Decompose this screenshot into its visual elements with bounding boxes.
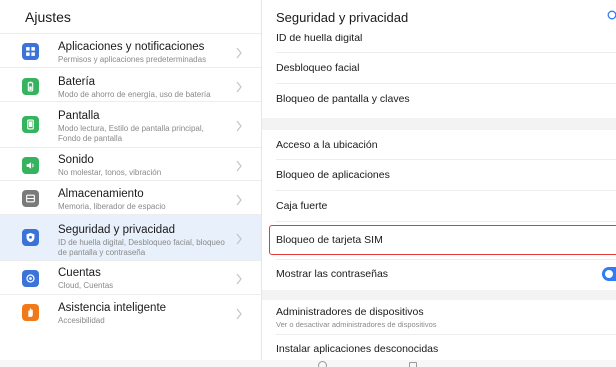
account-icon: [22, 270, 39, 287]
chevron-right-icon: [235, 46, 243, 59]
show-passwords-item[interactable]: Mostrar las contraseñas: [262, 260, 616, 288]
item-label: Acceso a la ubicación: [276, 138, 378, 151]
sound-icon: [22, 157, 39, 174]
sidebar-item-subtitle: ID de huella digital, Desbloqueo facial,…: [58, 238, 225, 247]
chevron-right-icon: [235, 80, 243, 93]
item-label: Caja fuerte: [276, 200, 328, 212]
sidebar-item-assistance[interactable]: Asistencia inteligente Accesibilidad: [0, 295, 261, 329]
navigation-bar: [0, 360, 616, 367]
item-label: Bloqueo de pantalla y claves: [276, 93, 410, 105]
app-lock-item[interactable]: Bloqueo de aplicaciones: [262, 160, 616, 190]
sidebar-item-title: Asistencia inteligente: [58, 302, 167, 314]
chevron-right-icon: [235, 232, 243, 245]
section-gap: [262, 290, 616, 300]
settings-category-list: Aplicaciones y notificaciones Permisos y…: [0, 34, 261, 329]
sidebar-item-battery[interactable]: Batería Modo de ahorro de energía, uso d…: [0, 68, 261, 102]
page-title-text: Seguridad y privacidad: [276, 9, 409, 25]
item-sublabel: Ver o desactivar administradores de disp…: [276, 319, 437, 329]
sidebar-item-subtitle: Modo lectura, Estilo de pantalla princip…: [58, 124, 204, 133]
sidebar-item-title: Aplicaciones y notificaciones: [58, 41, 205, 53]
item-label: Mostrar las contraseñas: [276, 268, 389, 280]
chevron-right-icon: [235, 307, 243, 320]
show-passwords-toggle[interactable]: [602, 267, 616, 281]
battery-icon: [22, 78, 39, 95]
location-access-item[interactable]: Acceso a la ubicación: [262, 130, 616, 159]
sidebar-item-apps[interactable]: Aplicaciones y notificaciones Permisos y…: [0, 34, 261, 68]
hand-icon: [22, 304, 39, 321]
search-icon[interactable]: [607, 10, 616, 22]
divider: [276, 221, 616, 222]
sidebar-item-subtitle: Memoria, liberador de espacio: [58, 202, 166, 211]
sidebar-item-title: Almacenamiento: [58, 188, 144, 200]
sidebar-item-sound[interactable]: Sonido No molestar, tonos, vibración: [0, 148, 261, 181]
divider: [276, 334, 616, 335]
sidebar-item-title: Cuentas: [58, 267, 101, 279]
section-gap: [262, 118, 616, 130]
sidebar-item-subtitle: Cloud, Cuentas: [58, 281, 114, 290]
settings-app: Ajustes Aplicaciones y notificaciones Pe…: [0, 0, 616, 367]
device-admins-item[interactable]: Administradores de dispositivos Ver o de…: [262, 301, 616, 333]
safe-item[interactable]: Caja fuerte: [262, 191, 616, 221]
chevron-right-icon: [235, 159, 243, 172]
item-label: Bloqueo de aplicaciones: [276, 169, 390, 181]
screen-lock-item[interactable]: Bloqueo de pantalla y claves: [262, 84, 616, 114]
sidebar-item-title: Sonido: [58, 154, 94, 166]
sidebar-item-title: Batería: [58, 76, 96, 88]
display-icon: [22, 116, 39, 133]
shield-icon: [22, 229, 39, 246]
home-icon[interactable]: [318, 361, 327, 367]
back-icon[interactable]: [228, 361, 236, 367]
sidebar-title: Ajustes: [0, 0, 261, 34]
highlight-box: [269, 225, 616, 255]
sidebar-item-title: Pantalla: [58, 110, 100, 122]
apps-icon: [22, 43, 39, 60]
sidebar-item-security[interactable]: Seguridad y privacidad ID de huella digi…: [0, 215, 261, 261]
chevron-right-icon: [235, 272, 243, 285]
sidebar-item-subtitle-line2: Fondo de pantalla: [58, 134, 123, 143]
storage-icon: [22, 190, 39, 207]
sidebar-item-subtitle: No molestar, tonos, vibración: [58, 168, 162, 177]
recent-apps-icon[interactable]: [409, 362, 417, 367]
sidebar-item-accounts[interactable]: Cuentas Cloud, Cuentas: [0, 261, 261, 295]
sidebar-item-storage[interactable]: Almacenamiento Memoria, liberador de esp…: [0, 181, 261, 215]
sidebar-item-subtitle: Modo de ahorro de energía, uso de baterí…: [58, 90, 211, 99]
sidebar-item-subtitle: Permisos y aplicaciones predeterminadas: [58, 55, 207, 64]
sidebar-item-subtitle-line2: de pantalla y contraseña: [58, 248, 146, 257]
sidebar-item-subtitle: Accesibilidad: [58, 316, 105, 325]
face-unlock-item[interactable]: Desbloqueo facial: [262, 53, 616, 83]
sidebar-item-display[interactable]: Pantalla Modo lectura, Estilo de pantall…: [0, 102, 261, 148]
item-label: Administradores de dispositivos: [276, 305, 424, 318]
sidebar-item-title: Seguridad y privacidad: [58, 224, 175, 236]
item-label: Desbloqueo facial: [276, 62, 360, 74]
item-label: Instalar aplicaciones desconocidas: [276, 343, 439, 355]
chevron-right-icon: [235, 193, 243, 206]
page-title: Seguridad y privacidad: [262, 0, 616, 34]
chevron-right-icon: [235, 119, 243, 132]
settings-sidebar: Ajustes Aplicaciones y notificaciones Pe…: [0, 0, 262, 367]
security-detail-pane: Seguridad y privacidad ID de huella digi…: [262, 0, 616, 367]
install-unknown-apps-item[interactable]: Instalar aplicaciones desconocidas: [262, 337, 616, 361]
